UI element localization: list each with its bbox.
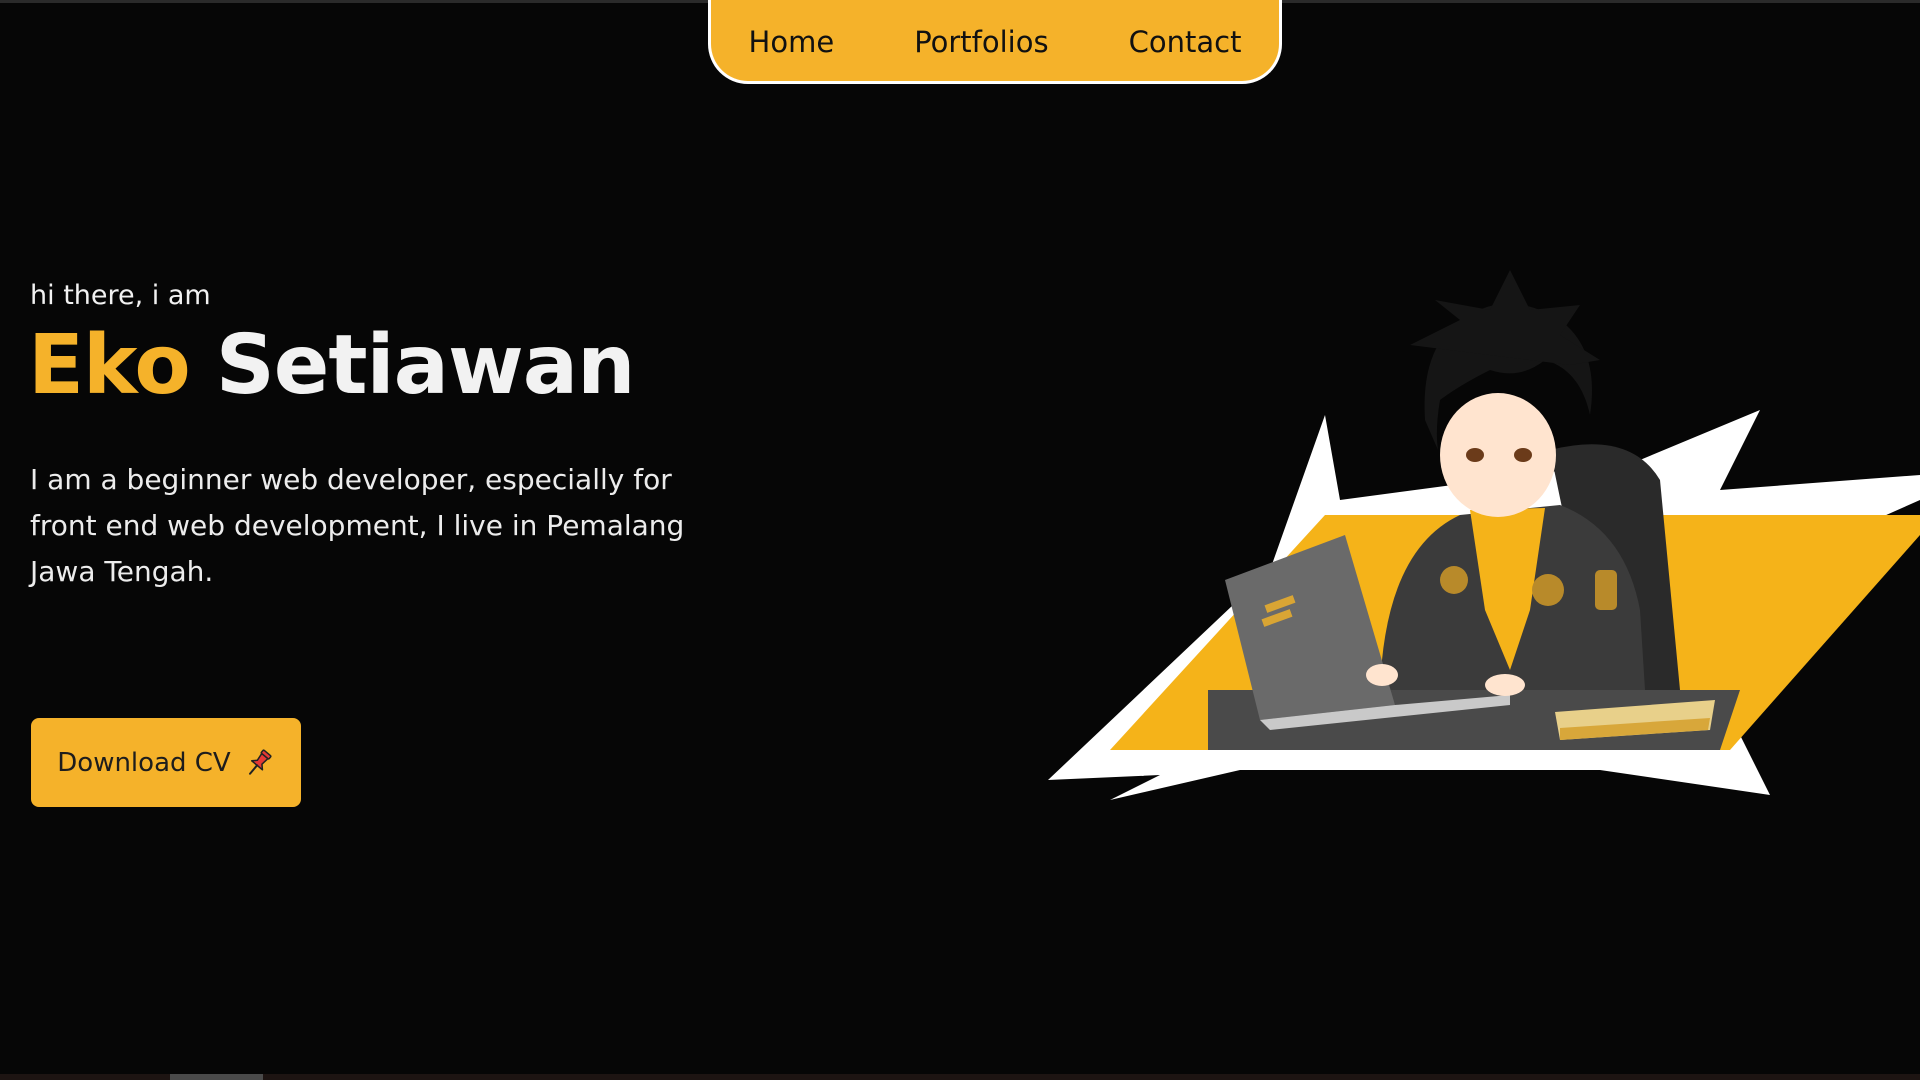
download-cv-label: Download CV [57,747,231,778]
page: Home Portfolios Contact hi there, i am E… [0,0,1920,1080]
download-cv-button[interactable]: Download CV [31,718,301,807]
scrollbar-thumb[interactable] [170,1074,263,1080]
nav-portfolios-link[interactable]: Portfolios [914,25,1048,59]
main-nav: Home Portfolios Contact [708,0,1282,84]
hero-first-name: Eko [28,318,191,413]
nav-contact-link[interactable]: Contact [1129,25,1242,59]
hero-last-name: Setiawan [215,318,636,413]
developer-illustration [1040,250,1920,810]
hero-description: I am a beginner web developer, especiall… [30,463,685,588]
pushpin-icon [243,747,275,779]
hero-greeting: hi there, i am [30,280,211,311]
nav-home-link[interactable]: Home [749,25,835,59]
hero-name: Eko Setiawan [28,318,636,413]
bottom-scrollbar[interactable] [0,1074,1920,1080]
